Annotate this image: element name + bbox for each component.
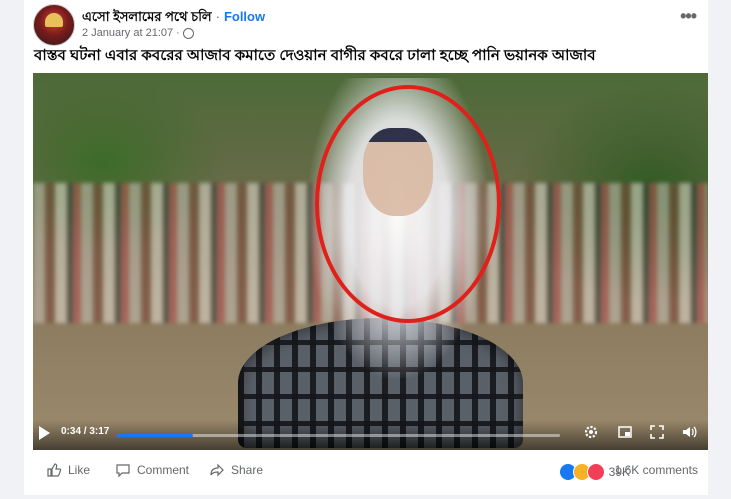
comments-count[interactable]: 1.6K comments bbox=[615, 463, 698, 477]
follow-button[interactable]: Follow bbox=[224, 9, 265, 24]
share-icon bbox=[210, 463, 224, 477]
like-label: Like bbox=[68, 463, 91, 477]
globe-icon bbox=[182, 27, 194, 39]
love-reaction-icon bbox=[586, 463, 605, 481]
mini-player-icon[interactable] bbox=[616, 424, 634, 442]
header-separator: · bbox=[215, 9, 220, 24]
video-progress-fill bbox=[117, 434, 194, 437]
post-header: এসো ইসলামের পথে চলি · Follow bbox=[82, 8, 265, 29]
share-label: Share bbox=[231, 463, 264, 477]
share-button[interactable]: Share bbox=[209, 462, 263, 478]
video-progress-bar[interactable] bbox=[117, 434, 560, 437]
fullscreen-icon[interactable] bbox=[648, 424, 666, 442]
thumbs-up-icon bbox=[47, 463, 62, 477]
settings-gear-icon[interactable] bbox=[582, 424, 600, 442]
post-card: এসো ইসলামের পথে চলি · Follow 2 January at … bbox=[24, 0, 708, 495]
video-time: 0:34 / 3:17 bbox=[61, 426, 110, 437]
highlight-ring bbox=[315, 85, 501, 323]
video-controls: 0:34 / 3:17 bbox=[33, 420, 708, 450]
comment-button[interactable]: Comment bbox=[115, 462, 189, 478]
like-button[interactable]: Like bbox=[46, 462, 90, 478]
comment-icon bbox=[116, 464, 130, 478]
post-caption: বাস্তব ঘটনা এবার কবরের আজাব কমাতে দেওয়া… bbox=[34, 47, 596, 64]
post-timestamp[interactable]: 2 January at 21:07 · bbox=[82, 27, 180, 39]
post-actions: Like Comment Share 39K 1.6K comments bbox=[24, 455, 708, 489]
page-avatar[interactable] bbox=[33, 4, 75, 46]
page-name-link[interactable]: এসো ইসলামের পথে চলি bbox=[82, 9, 212, 24]
more-options-button[interactable]: ••• bbox=[680, 6, 697, 27]
facebook-feed: এসো ইসলামের পথে চলি · Follow 2 January at … bbox=[0, 0, 731, 499]
volume-icon[interactable] bbox=[680, 424, 698, 442]
comment-label: Comment bbox=[137, 463, 190, 477]
video-player[interactable]: 0:34 / 3:17 bbox=[33, 73, 708, 450]
post-meta: 2 January at 21:07 · bbox=[82, 27, 194, 39]
play-icon[interactable] bbox=[39, 426, 50, 440]
